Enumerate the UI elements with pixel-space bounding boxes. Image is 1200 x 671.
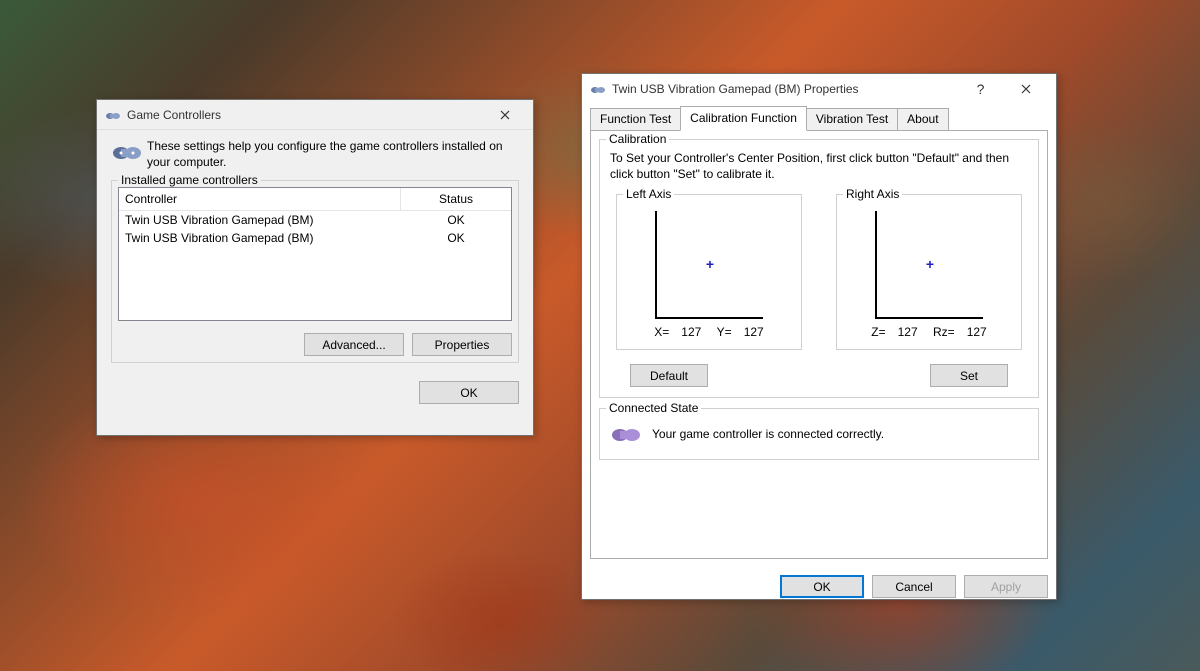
- crosshair-icon: +: [926, 256, 934, 272]
- close-button[interactable]: [1003, 74, 1048, 104]
- intro-text: These settings help you configure the ga…: [147, 138, 519, 170]
- row-name: Twin USB Vibration Gamepad (BM): [119, 229, 401, 247]
- right-axis-group: Right Axis + Z=127 Rz=127: [836, 194, 1022, 350]
- tab-function-test[interactable]: Function Test: [590, 108, 681, 130]
- x-value: 127: [681, 325, 701, 339]
- y-value: 127: [744, 325, 764, 339]
- ok-button[interactable]: OK: [780, 575, 864, 598]
- row-status: OK: [401, 229, 511, 247]
- help-button[interactable]: ?: [958, 74, 1003, 104]
- game-controllers-window: Game Controllers These settings help you…: [96, 99, 534, 436]
- left-axis-plot: +: [655, 211, 763, 319]
- list-item[interactable]: Twin USB Vibration Gamepad (BM) OK: [119, 211, 511, 229]
- controllers-list[interactable]: Controller Status Twin USB Vibration Gam…: [118, 187, 512, 321]
- tab-vibration-test[interactable]: Vibration Test: [806, 108, 898, 130]
- gamepad-connected-icon: [610, 423, 642, 445]
- dialog-footer: OK Cancel Apply: [582, 567, 1056, 606]
- y-label: Y=: [717, 325, 732, 339]
- col-header-controller[interactable]: Controller: [119, 188, 401, 210]
- gamepad-icon: [590, 81, 606, 97]
- installed-controllers-group: Installed game controllers Controller St…: [111, 180, 519, 363]
- calibration-legend: Calibration: [606, 132, 669, 146]
- left-axis-legend: Left Axis: [623, 187, 674, 201]
- gamepad-icon: [105, 107, 121, 123]
- close-button[interactable]: [485, 100, 525, 130]
- row-name: Twin USB Vibration Gamepad (BM): [119, 211, 401, 229]
- z-label: Z=: [871, 325, 885, 339]
- list-item[interactable]: Twin USB Vibration Gamepad (BM) OK: [119, 229, 511, 247]
- calibration-instructions: To Set your Controller's Center Position…: [610, 150, 1028, 182]
- titlebar[interactable]: Game Controllers: [97, 100, 533, 130]
- crosshair-icon: +: [706, 256, 714, 272]
- calibration-group: Calibration To Set your Controller's Cen…: [599, 139, 1039, 398]
- right-axis-legend: Right Axis: [843, 187, 902, 201]
- connected-text: Your game controller is connected correc…: [652, 427, 884, 441]
- ok-button[interactable]: OK: [419, 381, 519, 404]
- right-axis-plot: +: [875, 211, 983, 319]
- tab-bar: Function Test Calibration Function Vibra…: [590, 106, 1048, 131]
- apply-button[interactable]: Apply: [964, 575, 1048, 598]
- window-title: Game Controllers: [127, 108, 221, 122]
- row-status: OK: [401, 211, 511, 229]
- left-axis-group: Left Axis + X=127 Y=127: [616, 194, 802, 350]
- group-legend: Installed game controllers: [118, 173, 261, 187]
- tab-about[interactable]: About: [897, 108, 948, 130]
- default-button[interactable]: Default: [630, 364, 708, 387]
- gamepad-large-icon: [111, 138, 147, 170]
- x-label: X=: [654, 325, 669, 339]
- set-button[interactable]: Set: [930, 364, 1008, 387]
- advanced-button[interactable]: Advanced...: [304, 333, 404, 356]
- z-value: 127: [898, 325, 918, 339]
- list-header: Controller Status: [119, 188, 511, 211]
- col-header-status[interactable]: Status: [401, 188, 511, 210]
- right-axis-readout: Z= 127 Rz= 127: [847, 325, 1011, 339]
- rz-label: Rz=: [933, 325, 955, 339]
- connected-legend: Connected State: [606, 401, 701, 415]
- rz-value: 127: [967, 325, 987, 339]
- tab-content: Calibration To Set your Controller's Cen…: [590, 131, 1048, 559]
- left-axis-readout: X= 127 Y= 127: [627, 325, 791, 339]
- titlebar[interactable]: Twin USB Vibration Gamepad (BM) Properti…: [582, 74, 1056, 104]
- tab-calibration-function[interactable]: Calibration Function: [680, 106, 807, 131]
- cancel-button[interactable]: Cancel: [872, 575, 956, 598]
- properties-button[interactable]: Properties: [412, 333, 512, 356]
- connected-state-group: Connected State Your game controller is …: [599, 408, 1039, 460]
- gamepad-properties-window: Twin USB Vibration Gamepad (BM) Properti…: [581, 73, 1057, 600]
- window-title: Twin USB Vibration Gamepad (BM) Properti…: [612, 82, 859, 96]
